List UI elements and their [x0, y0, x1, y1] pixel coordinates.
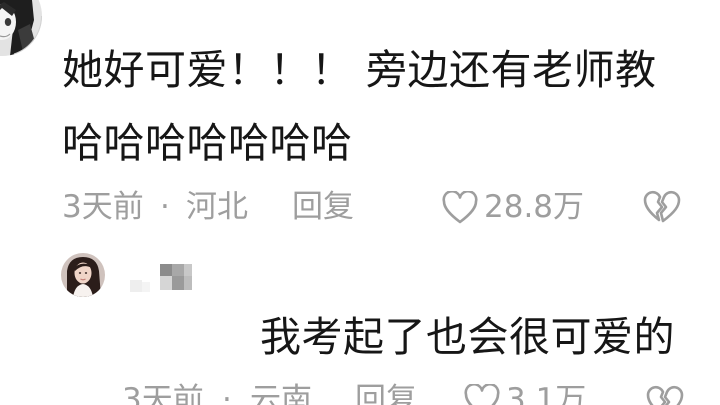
- reply-comment-like-count: 3.1万: [506, 382, 587, 405]
- reply-comment-time: 3天前: [122, 382, 204, 405]
- reply-comment-location: 云南: [250, 382, 312, 405]
- top-comment-like-count: 28.8万: [484, 189, 585, 225]
- reply-comment-meta-row: 3天前 · 云南 回复 3.1万: [0, 381, 720, 405]
- reply-comment-text: 我考起了也会很可爱的: [260, 313, 675, 361]
- reply-comment-reply-button[interactable]: 回复: [355, 381, 417, 405]
- reply-comment-separator: ·: [222, 382, 232, 405]
- top-comment-reply-button[interactable]: 回复: [292, 188, 354, 226]
- mosaic-blur-icon: [130, 264, 192, 292]
- heart-outline-icon: [464, 384, 500, 405]
- broken-heart-icon: [643, 190, 681, 223]
- top-comment-dislike-button[interactable]: [643, 189, 681, 225]
- broken-heart-icon: [646, 385, 684, 405]
- top-comment-time: 3天前: [62, 189, 144, 225]
- top-comment-avatar[interactable]: [0, 0, 42, 58]
- reply-comment-username-blurred[interactable]: [126, 260, 198, 294]
- top-comment-location: 河北: [186, 189, 248, 225]
- avatar-anime-girl-icon: [0, 0, 42, 56]
- top-comment-text-line2: 哈哈哈哈哈哈哈: [62, 119, 353, 167]
- heart-outline-icon: [442, 191, 478, 225]
- top-comment-like-button[interactable]: 28.8万: [442, 189, 588, 226]
- top-comment-text-line1: 她好可爱！！！ 旁边还有老师教: [62, 46, 657, 94]
- reply-comment-avatar[interactable]: [61, 253, 105, 297]
- avatar-woman-photo-icon: [61, 253, 105, 297]
- reply-comment-like-button[interactable]: 3.1万: [464, 382, 590, 405]
- top-comment-separator: ·: [160, 189, 170, 225]
- reply-comment-dislike-button[interactable]: [646, 384, 684, 405]
